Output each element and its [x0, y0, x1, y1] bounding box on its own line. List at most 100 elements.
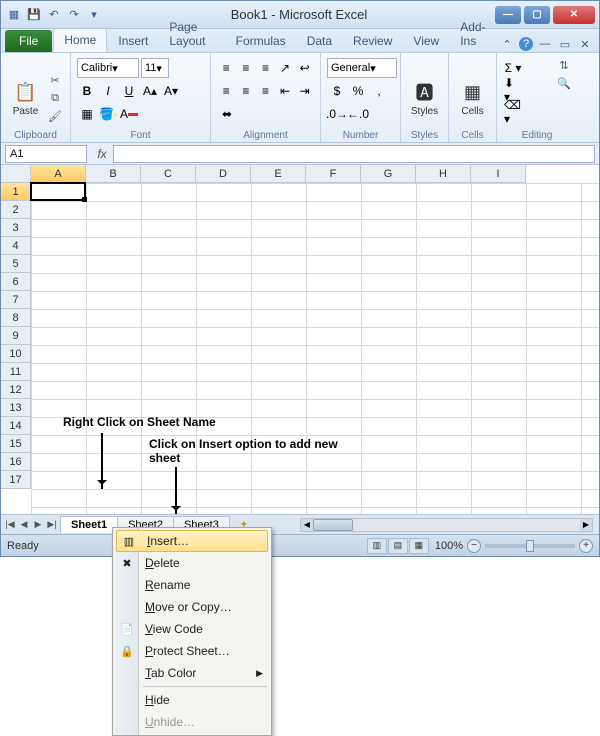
- redo-button[interactable]: ↷: [65, 6, 83, 24]
- row-header-12[interactable]: 12: [1, 381, 31, 399]
- scroll-right-button[interactable]: ▶: [580, 519, 592, 531]
- scroll-thumb[interactable]: [313, 519, 353, 531]
- row-header-13[interactable]: 13: [1, 399, 31, 417]
- row-header-15[interactable]: 15: [1, 435, 31, 453]
- fx-icon[interactable]: fx: [91, 147, 113, 161]
- tab-insert[interactable]: Insert: [108, 30, 158, 52]
- autosum-button[interactable]: Σ ▾: [503, 58, 523, 78]
- ctx-move-copy[interactable]: Move or Copy…: [115, 596, 269, 618]
- sort-filter-button[interactable]: ⇅: [555, 57, 573, 73]
- tab-data[interactable]: Data: [297, 30, 342, 52]
- decrease-indent-button[interactable]: ⇤: [276, 81, 295, 101]
- zoom-level[interactable]: 100%: [435, 540, 463, 552]
- styles-button[interactable]: 🅰 Styles: [407, 55, 442, 142]
- copy-button[interactable]: ⧉: [46, 91, 64, 107]
- help-icon[interactable]: ?: [519, 37, 533, 51]
- row-header-9[interactable]: 9: [1, 327, 31, 345]
- qat-dropdown-icon[interactable]: ▾: [85, 6, 103, 24]
- fill-color-button[interactable]: 🪣: [98, 104, 118, 124]
- minimize-button[interactable]: —: [495, 6, 521, 24]
- row-header-11[interactable]: 11: [1, 363, 31, 381]
- tab-view[interactable]: View: [403, 30, 449, 52]
- align-middle-button[interactable]: ≡: [237, 58, 256, 78]
- font-name-select[interactable]: Calibri ▾: [77, 58, 139, 78]
- border-button[interactable]: ▦: [77, 104, 97, 124]
- percent-button[interactable]: %: [348, 81, 368, 101]
- wrap-text-button[interactable]: ↩: [295, 58, 314, 78]
- ribbon-minimize-icon[interactable]: ⌃: [499, 36, 515, 52]
- ctx-hide[interactable]: Hide: [115, 689, 269, 711]
- maximize-button[interactable]: ▢: [524, 6, 550, 24]
- ctx-protect[interactable]: 🔒 Protect Sheet…: [115, 640, 269, 662]
- normal-view-button[interactable]: ▥: [367, 538, 387, 554]
- select-all-corner[interactable]: [1, 165, 31, 183]
- merge-button[interactable]: ⬌: [217, 104, 237, 124]
- tab-addins[interactable]: Add-Ins: [450, 16, 498, 52]
- font-size-select[interactable]: 11 ▾: [141, 58, 169, 78]
- increase-decimal-button[interactable]: .0→: [327, 104, 347, 124]
- ctx-tab-color[interactable]: Tab Color ▶: [115, 662, 269, 684]
- page-break-view-button[interactable]: ▦: [409, 538, 429, 554]
- sheet-tab-1[interactable]: Sheet1: [60, 516, 118, 533]
- col-header-F[interactable]: F: [306, 165, 361, 183]
- format-painter-button[interactable]: 🖌: [46, 109, 64, 125]
- shrink-font-button[interactable]: A▾: [161, 81, 181, 101]
- row-header-2[interactable]: 2: [1, 201, 31, 219]
- file-tab[interactable]: File: [5, 30, 52, 52]
- italic-button[interactable]: I: [98, 81, 118, 101]
- quicksave-button[interactable]: 💾: [25, 6, 43, 24]
- ctx-view-code[interactable]: 📄 View Code: [115, 618, 269, 640]
- row-header-5[interactable]: 5: [1, 255, 31, 273]
- ctx-rename[interactable]: Rename: [115, 574, 269, 596]
- row-header-8[interactable]: 8: [1, 309, 31, 327]
- zoom-in-button[interactable]: +: [579, 539, 593, 553]
- row-header-16[interactable]: 16: [1, 453, 31, 471]
- col-header-A[interactable]: A: [31, 165, 86, 183]
- close-button[interactable]: ✕: [553, 6, 595, 24]
- cut-button[interactable]: ✂: [46, 73, 64, 89]
- align-center-button[interactable]: ≡: [237, 81, 256, 101]
- underline-button[interactable]: U: [119, 81, 139, 101]
- workbook-restore-icon[interactable]: ▭: [557, 36, 573, 52]
- row-header-10[interactable]: 10: [1, 345, 31, 363]
- col-header-B[interactable]: B: [86, 165, 141, 183]
- number-format-select[interactable]: General ▾: [327, 58, 397, 78]
- zoom-slider[interactable]: [485, 544, 575, 548]
- currency-button[interactable]: $: [327, 81, 347, 101]
- increase-indent-button[interactable]: ⇥: [295, 81, 314, 101]
- prev-sheet-button[interactable]: ◀: [17, 517, 31, 533]
- active-cell[interactable]: [30, 182, 86, 201]
- align-bottom-button[interactable]: ≡: [256, 58, 275, 78]
- row-header-4[interactable]: 4: [1, 237, 31, 255]
- workbook-minimize-icon[interactable]: —: [537, 36, 553, 52]
- last-sheet-button[interactable]: ▶|: [45, 517, 59, 533]
- col-header-C[interactable]: C: [141, 165, 196, 183]
- bold-button[interactable]: B: [77, 81, 97, 101]
- orientation-button[interactable]: ↗: [276, 58, 295, 78]
- undo-button[interactable]: ↶: [45, 6, 63, 24]
- cells-button[interactable]: ▦ Cells: [455, 55, 490, 142]
- tab-home[interactable]: Home: [53, 28, 107, 52]
- paste-button[interactable]: 📋 Paste: [7, 55, 44, 142]
- row-header-6[interactable]: 6: [1, 273, 31, 291]
- row-header-7[interactable]: 7: [1, 291, 31, 309]
- fill-button[interactable]: ⬇ ▾: [503, 80, 523, 100]
- clear-button[interactable]: ⌫ ▾: [503, 102, 523, 122]
- formula-input[interactable]: [113, 145, 595, 163]
- col-header-E[interactable]: E: [251, 165, 306, 183]
- col-header-I[interactable]: I: [471, 165, 526, 183]
- zoom-out-button[interactable]: −: [467, 539, 481, 553]
- row-header-1[interactable]: 1: [1, 183, 31, 201]
- tab-formulas[interactable]: Formulas: [226, 30, 296, 52]
- col-header-G[interactable]: G: [361, 165, 416, 183]
- page-layout-view-button[interactable]: ▤: [388, 538, 408, 554]
- find-button[interactable]: 🔍: [555, 75, 573, 91]
- row-header-14[interactable]: 14: [1, 417, 31, 435]
- col-header-D[interactable]: D: [196, 165, 251, 183]
- row-header-3[interactable]: 3: [1, 219, 31, 237]
- spreadsheet-grid[interactable]: ABCDEFGHI 1234567891011121314151617 Righ…: [1, 165, 599, 514]
- comma-button[interactable]: ,: [369, 81, 389, 101]
- align-top-button[interactable]: ≡: [217, 58, 236, 78]
- grow-font-button[interactable]: A▴: [140, 81, 160, 101]
- align-left-button[interactable]: ≡: [217, 81, 236, 101]
